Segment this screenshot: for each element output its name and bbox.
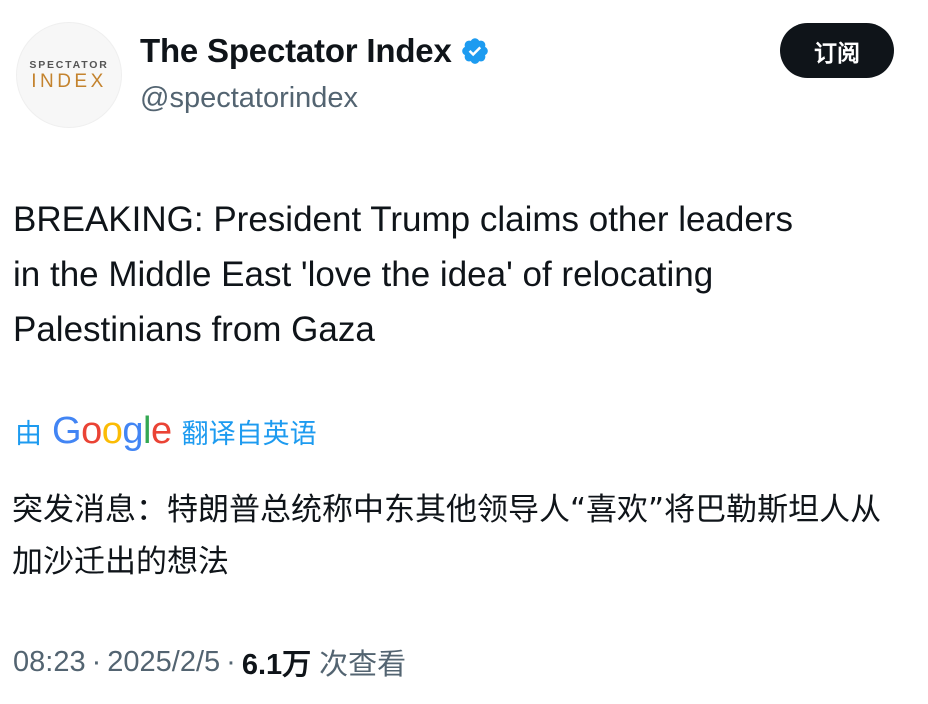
translation-attribution[interactable]: 由 Google 翻译自英语 bbox=[15, 407, 317, 455]
tweet-time[interactable]: 08:23 bbox=[13, 646, 86, 679]
author-name-row: The Spectator Index bbox=[140, 30, 490, 72]
views-label: 次查看 bbox=[319, 649, 407, 681]
tweet-meta: 08:23 · 2025/2/5 · 6.1万 次查看 bbox=[13, 638, 406, 686]
verified-badge-icon bbox=[460, 36, 490, 66]
tweet-text: BREAKING: President Trump claims other l… bbox=[13, 200, 803, 349]
tweet-detail: SPECTATOR INDEX The Spectator Index @spe… bbox=[0, 0, 928, 704]
tweet-date[interactable]: 2025/2/5 bbox=[107, 646, 220, 679]
avatar-logo-bottom: INDEX bbox=[31, 71, 107, 92]
google-logo: Google bbox=[52, 412, 172, 450]
subscribe-button[interactable]: 订阅 bbox=[780, 23, 894, 78]
meta-separator-2: · bbox=[226, 645, 236, 678]
google-letter-1: G bbox=[52, 410, 82, 452]
google-letter-2: o bbox=[81, 410, 102, 452]
author-handle[interactable]: @spectatorindex bbox=[140, 82, 490, 115]
google-letter-4: g bbox=[122, 410, 143, 452]
translation-by-label: 由 bbox=[15, 418, 42, 450]
google-letter-3: o bbox=[101, 410, 123, 452]
google-letter-6: e bbox=[150, 410, 172, 452]
views-count: 6.1万 bbox=[241, 649, 312, 681]
avatar-logo-top: SPECTATOR bbox=[29, 59, 109, 71]
google-letter-5: l bbox=[142, 410, 151, 452]
author-block: The Spectator Index @spectatorindex bbox=[140, 30, 490, 115]
author-display-name[interactable]: The Spectator Index bbox=[140, 32, 452, 70]
translation-from-label: 翻译自英语 bbox=[181, 418, 317, 450]
translated-tweet-text: 突发消息：特朗普总统称中东其他领导人“喜欢”将巴勒斯坦人从加沙迁出的想法 bbox=[12, 492, 882, 580]
avatar[interactable]: SPECTATOR INDEX bbox=[16, 22, 122, 128]
meta-separator-1: · bbox=[91, 645, 102, 678]
